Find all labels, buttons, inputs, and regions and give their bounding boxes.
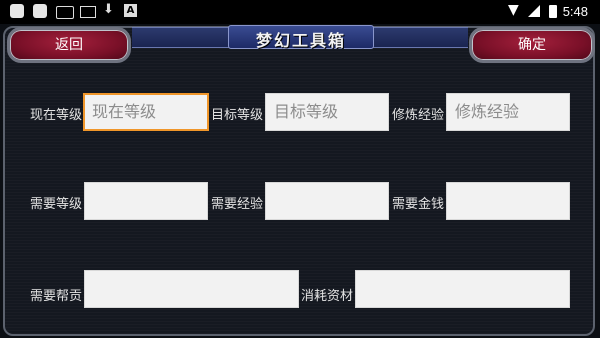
required-exp-field[interactable] <box>265 182 389 220</box>
a-icon: A <box>124 4 137 17</box>
required-money-label: 需要金钱 <box>392 197 445 212</box>
cultivation-exp-input[interactable]: 修炼经验 <box>446 93 570 131</box>
required-exp-label: 需要经验 <box>211 197 264 212</box>
current-level-label: 现在等级 <box>30 108 83 123</box>
confirm-button[interactable]: 确定 <box>469 27 595 63</box>
current-level-input[interactable]: 现在等级 <box>83 93 209 131</box>
required-level-field[interactable] <box>84 182 208 220</box>
required-contribution-label: 需要帮贡 <box>30 289 83 304</box>
signal-icon <box>528 5 540 17</box>
cultivation-exp-label: 修炼经验 <box>392 108 445 123</box>
mail-icon <box>80 6 96 18</box>
required-contribution-field[interactable] <box>84 270 299 308</box>
consumed-materials-field[interactable] <box>355 270 570 308</box>
status-time: 5:48 <box>562 4 588 19</box>
required-money-field[interactable] <box>446 182 570 220</box>
download-icon: ⬇ <box>103 2 114 17</box>
status-bar: ⬇ A ▼ 5:48 <box>0 0 600 24</box>
battery-icon <box>549 5 557 18</box>
consumed-materials-label: 消耗资材 <box>301 289 354 304</box>
page-title: 梦幻工具箱 <box>255 31 346 50</box>
app-icon <box>10 4 24 18</box>
required-level-label: 需要等级 <box>30 197 83 212</box>
app-icon <box>33 4 47 18</box>
wifi-icon: ▼ <box>508 2 519 18</box>
target-level-input[interactable]: 目标等级 <box>265 93 389 131</box>
back-button[interactable]: 返回 <box>7 27 131 63</box>
keyboard-icon <box>56 6 74 19</box>
target-level-label: 目标等级 <box>211 108 264 123</box>
